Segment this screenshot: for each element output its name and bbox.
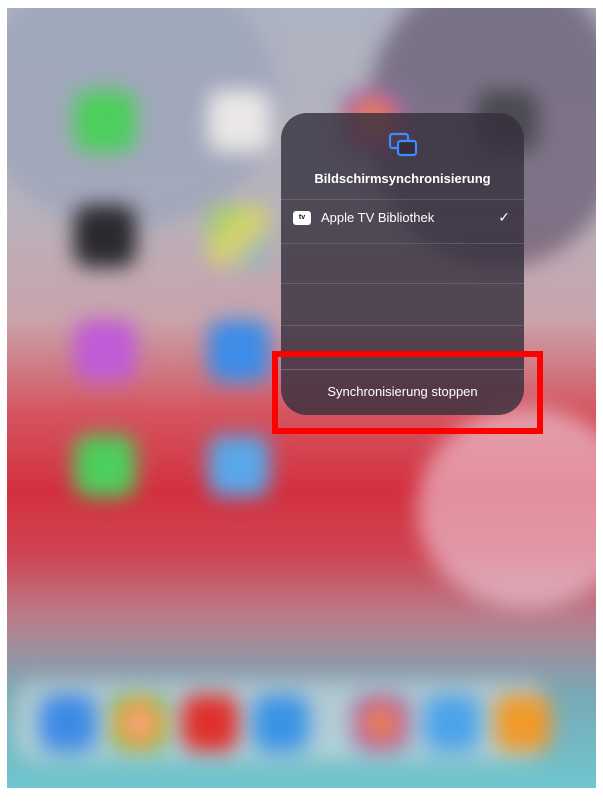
itunes-store-icon[interactable] [74, 320, 136, 382]
dock-youtube-icon[interactable] [182, 695, 238, 751]
dock-chrome-icon[interactable] [111, 695, 167, 751]
panel-title: Bildschirmsynchronisierung [314, 171, 491, 186]
highlight-box [272, 351, 543, 434]
device-row-apple-tv[interactable]: tv Apple TV Bibliothek ✓ [281, 199, 524, 243]
dock-photos-icon[interactable] [353, 695, 409, 751]
background-glow [417, 408, 596, 608]
divider [281, 325, 524, 326]
maps-icon[interactable] [208, 205, 270, 267]
messages-icon[interactable] [74, 435, 136, 497]
app-store-icon[interactable] [208, 320, 270, 382]
dock-files-icon[interactable] [253, 695, 309, 751]
dock-app-store-icon[interactable] [40, 695, 96, 751]
checkmark-icon: ✓ [498, 209, 510, 225]
dock-vlc-icon[interactable] [495, 695, 551, 751]
device-name: Apple TV Bibliothek [321, 210, 435, 225]
calendar-icon[interactable] [208, 90, 270, 152]
facetime-icon[interactable] [74, 90, 136, 152]
screen-mirroring-icon [388, 132, 418, 157]
safari-icon[interactable] [208, 435, 270, 497]
apple-tv-icon: tv [293, 211, 311, 225]
divider [281, 283, 524, 284]
dock-safari-icon[interactable] [424, 695, 480, 751]
clock-icon[interactable] [74, 205, 136, 267]
divider [281, 243, 524, 244]
